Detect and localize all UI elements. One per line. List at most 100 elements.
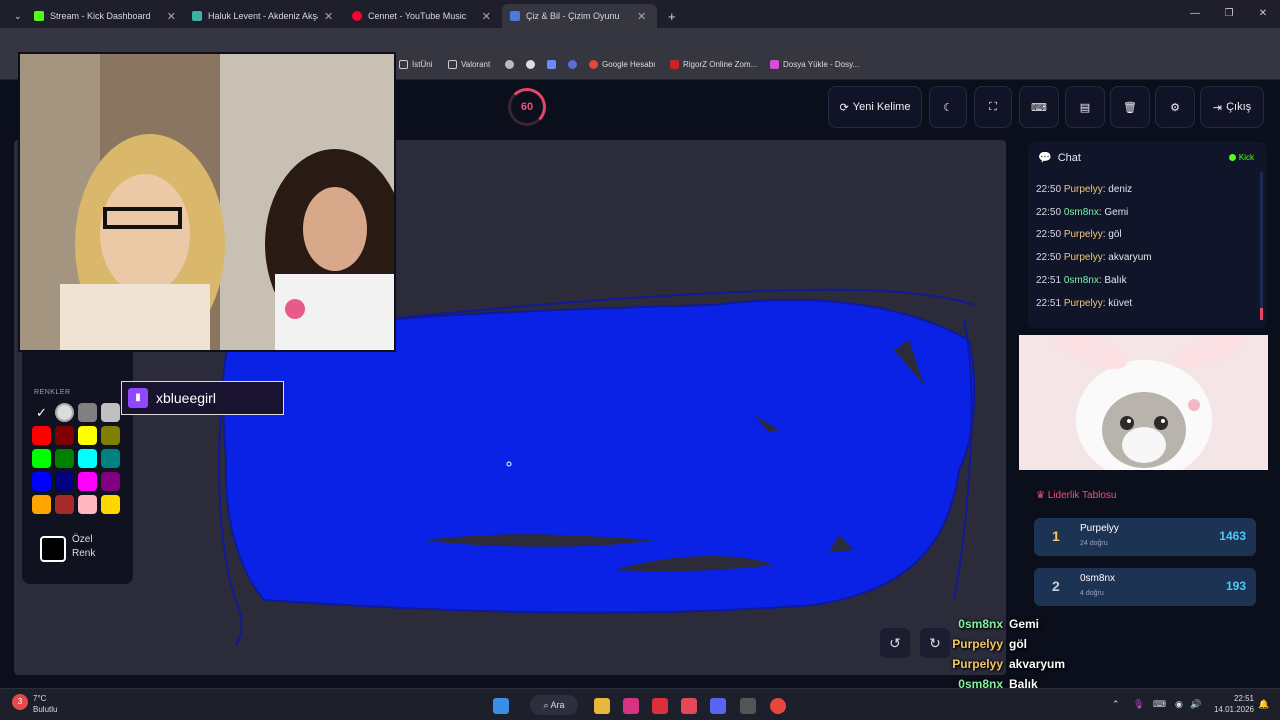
file-explorer-icon[interactable] [594, 698, 610, 714]
bookmark-icon-3[interactable] [547, 60, 556, 69]
color-swatch[interactable] [78, 403, 97, 422]
chat-message: 22:50 Purpelyy: göl [1036, 229, 1122, 240]
tab-haluk-levent[interactable]: Haluk Levent - Akdeniz Akşamları ✕ [184, 4, 344, 28]
rigorz-icon [670, 60, 679, 69]
color-swatch[interactable] [78, 449, 97, 468]
undo-button[interactable]: ↺ [880, 628, 910, 658]
dark-mode-button[interactable]: ☾ [929, 86, 967, 128]
cat-image [1019, 335, 1268, 470]
bookmark-istuni[interactable]: İstÜni [399, 60, 432, 69]
message-user: Purpelyy [1063, 297, 1103, 309]
close-window-icon[interactable]: ✕ [1246, 0, 1280, 28]
color-swatch[interactable]: ✓ [32, 403, 51, 422]
steam-icon[interactable] [740, 698, 756, 714]
wifi-icon[interactable]: ◉ [1175, 699, 1183, 710]
color-swatch[interactable] [55, 426, 74, 445]
volume-icon[interactable]: 🔊 [1190, 699, 1201, 710]
windows-start-icon[interactable] [493, 698, 509, 714]
webcam-video [18, 52, 396, 352]
chat-bubble-icon: 💬 [1038, 152, 1052, 164]
color-palette: RENKLER ✓ Özel Renk [22, 340, 133, 584]
window-controls: — ❐ ✕ [1178, 0, 1280, 28]
fullscreen-button[interactable]: ⛶ [974, 86, 1012, 128]
bookmark-google-account[interactable]: Google Hesabı [589, 60, 655, 69]
new-word-button[interactable]: ⟳ Yeni Kelime [828, 86, 922, 128]
message-time: 22:51 [1036, 274, 1064, 286]
bookmark-valorant[interactable]: Valorant [448, 60, 490, 69]
color-swatch[interactable] [32, 495, 51, 514]
round-timer: 60 [508, 88, 546, 126]
archive-button[interactable]: ▤ [1065, 86, 1105, 128]
color-swatch[interactable] [101, 472, 120, 491]
browser-tab-bar: ⌄ Stream - Kick Dashboard ✕ Haluk Levent… [0, 0, 1280, 28]
color-swatch[interactable] [78, 495, 97, 514]
restore-icon[interactable]: ❐ [1212, 0, 1246, 28]
message-time: 22:50 [1036, 206, 1064, 218]
keyboard-tray-icon[interactable]: ⌨ [1153, 699, 1166, 710]
upload-icon [770, 60, 779, 69]
app-icon-red[interactable] [652, 698, 668, 714]
message-text: : Balık [1098, 274, 1127, 286]
keyboard-icon: ⌨ [1031, 101, 1047, 114]
exit-button[interactable]: ⇥ Çıkış [1200, 86, 1264, 128]
color-swatch[interactable] [78, 472, 97, 491]
color-swatch[interactable] [55, 472, 74, 491]
folder-icon [448, 60, 457, 69]
close-tab-icon[interactable]: ✕ [167, 10, 176, 23]
bookmark-dosya-yukle[interactable]: Dosya Yükle - Dosy... [770, 60, 859, 69]
custom-color-label[interactable]: Özel Renk [72, 533, 112, 561]
online-dot-icon [1228, 154, 1236, 161]
site-icon [568, 60, 577, 69]
bookmark-rigorz[interactable]: RigorZ Online Zom... [670, 60, 757, 69]
color-swatch[interactable] [55, 495, 74, 514]
color-swatch[interactable] [55, 449, 74, 468]
color-swatch[interactable] [101, 426, 120, 445]
tab-ciz-bil[interactable]: Çiz & Bil - Çizim Oyunu ✕ [502, 4, 657, 28]
overlay-chat-line: Purpelyy akvaryum [952, 657, 1065, 671]
chat-scrollbar[interactable] [1260, 172, 1263, 320]
custom-color-swatch[interactable] [40, 536, 66, 562]
color-swatch[interactable] [101, 403, 120, 422]
close-tab-icon[interactable]: ✕ [324, 10, 333, 23]
weather-badge[interactable]: 3 [12, 694, 28, 710]
color-swatch[interactable] [78, 426, 97, 445]
tab-youtube-music[interactable]: Cennet - YouTube Music ✕ [344, 4, 499, 28]
clear-canvas-button[interactable]: 🗑 [1110, 86, 1150, 128]
redo-button[interactable]: ↻ [920, 628, 950, 658]
settings-button[interactable]: ⚙ [1155, 86, 1195, 128]
chevron-down-icon: ⌄ [14, 10, 22, 21]
taskbar-search[interactable]: ⌕ Ara [530, 695, 578, 715]
chrome-icon[interactable] [770, 698, 786, 714]
instagram-icon[interactable] [623, 698, 639, 714]
bookmark-icon-1[interactable] [505, 60, 514, 69]
color-swatch[interactable] [55, 403, 74, 422]
tab-list-button[interactable]: ⌄ [6, 4, 26, 28]
message-user: Purpelyy [1063, 252, 1103, 264]
bookmark-icon-4[interactable] [568, 60, 577, 69]
color-swatch[interactable] [101, 495, 120, 514]
streamer-name-tag: ▮ xblueegirl [121, 381, 284, 415]
chat-message: 22:50 Purpelyy: deniz [1036, 184, 1132, 195]
keyboard-button[interactable]: ⌨ [1019, 86, 1059, 128]
notification-bell-icon[interactable]: 🔔 [1258, 699, 1269, 710]
color-swatch[interactable] [32, 472, 51, 491]
color-swatch[interactable] [32, 426, 51, 445]
minimize-icon[interactable]: — [1178, 0, 1212, 28]
tab-kick-dashboard[interactable]: Stream - Kick Dashboard ✕ [26, 4, 184, 28]
gear-icon: ⚙ [1170, 101, 1180, 114]
game-favicon-icon [510, 11, 520, 21]
close-tab-icon[interactable]: ✕ [482, 10, 491, 23]
mic-icon[interactable]: 🎙 [1133, 699, 1144, 710]
chat-panel: 💬 Chat Kick 22:50 Purpelyy: deniz 22:50 0… [1028, 142, 1266, 328]
color-swatch[interactable] [101, 449, 120, 468]
app-icon-pink[interactable] [681, 698, 697, 714]
tray-chevron-up-icon[interactable]: ⌃ [1112, 699, 1120, 710]
bookmark-icon-2[interactable] [526, 60, 535, 69]
site-icon [505, 60, 514, 69]
color-swatch[interactable] [32, 449, 51, 468]
overlay-user: Purpelyy [952, 637, 1003, 651]
close-tab-icon[interactable]: ✕ [637, 10, 646, 23]
archive-icon: ▤ [1079, 101, 1091, 114]
new-tab-button[interactable]: + [660, 4, 684, 28]
discord-icon[interactable] [710, 698, 726, 714]
